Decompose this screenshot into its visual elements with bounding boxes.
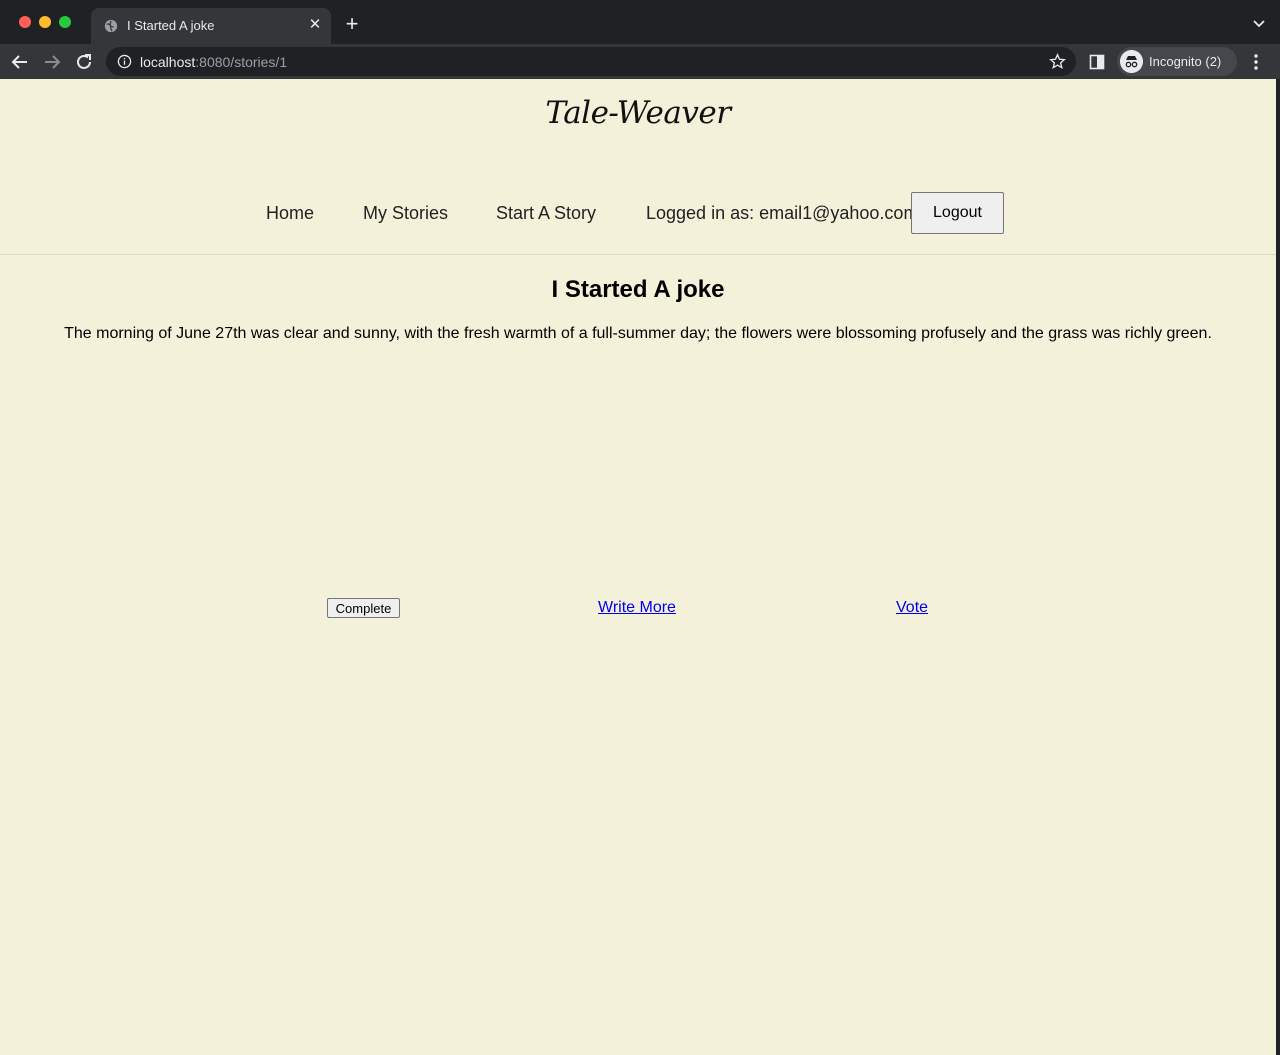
browser-tab[interactable]: I Started A joke ✕ [91,8,331,44]
window-maximize-button[interactable] [59,16,71,28]
browser-titlebar: I Started A joke ✕ + [0,0,1280,44]
logout-button[interactable]: Logout [911,192,1004,234]
info-icon[interactable] [117,54,132,69]
nav-home-link[interactable]: Home [266,203,314,224]
kebab-menu-icon[interactable] [1248,53,1264,71]
close-tab-icon[interactable]: ✕ [307,17,323,33]
url-path: :8080/stories/1 [195,54,288,70]
page-viewport: Tale-Weaver Home My Stories Start A Stor… [0,79,1280,1055]
globe-icon [104,19,118,33]
chevron-down-icon[interactable] [1252,16,1266,30]
url-text: localhost:8080/stories/1 [140,54,287,70]
vote-link[interactable]: Vote [896,599,928,617]
reload-icon[interactable] [73,51,95,73]
story-text: The morning of June 27th was clear and s… [64,325,1212,342]
browser-toolbar: localhost:8080/stories/1 Incognito (2) [0,44,1280,79]
bookmark-star-icon[interactable] [1049,53,1066,70]
site-logo[interactable]: Tale-Weaver [0,95,1276,131]
side-panel-icon[interactable] [1089,54,1105,70]
tab-title: I Started A joke [127,18,215,33]
nav-start-story-link[interactable]: Start A Story [496,203,596,224]
back-arrow-icon[interactable] [9,51,31,73]
incognito-icon [1120,50,1143,73]
new-tab-icon[interactable]: + [342,13,362,35]
forward-arrow-icon[interactable] [41,51,63,73]
url-host: localhost [140,54,196,70]
header-divider [0,254,1276,255]
logged-in-status: Logged in as: email1@yahoo.com [646,203,919,223]
complete-button[interactable]: Complete [327,598,400,618]
address-bar[interactable]: localhost:8080/stories/1 [106,47,1076,76]
main-nav: Home My Stories Start A Story Logged in … [0,192,1276,234]
incognito-label: Incognito (2) [1149,54,1222,69]
nav-my-stories-link[interactable]: My Stories [363,203,448,224]
window-minimize-button[interactable] [39,16,51,28]
window-edge [1276,79,1280,1055]
write-more-link[interactable]: Write More [598,599,676,617]
window-close-button[interactable] [19,16,31,28]
story-title: I Started A joke [551,276,725,303]
incognito-profile-button[interactable]: Incognito (2) [1117,47,1237,76]
